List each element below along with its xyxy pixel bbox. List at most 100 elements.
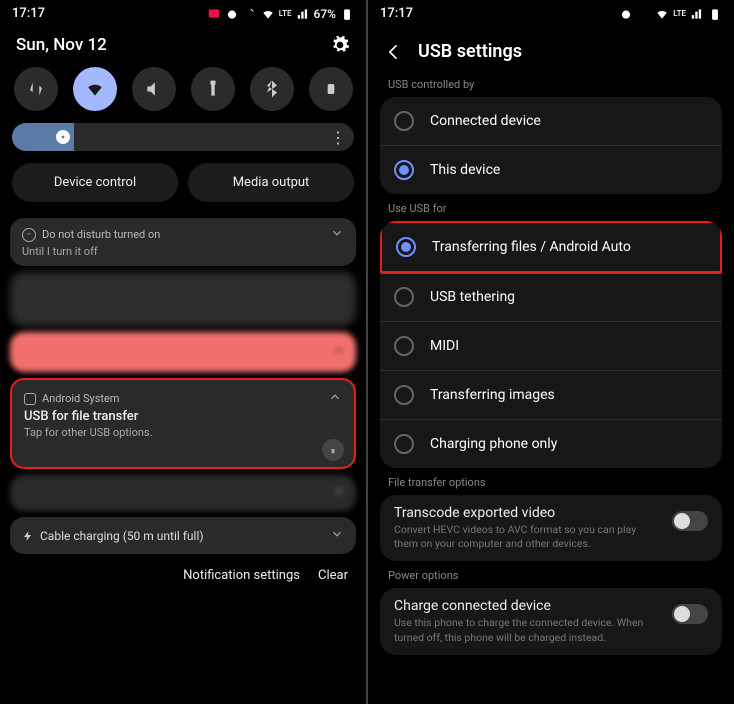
qs-data[interactable] [14, 67, 58, 111]
battery-text: 67% [314, 7, 336, 21]
status-time: 17:17 [380, 6, 413, 21]
switch-off[interactable] [672, 604, 708, 624]
battery-icon [340, 7, 354, 21]
quick-settings-row [0, 67, 366, 123]
gear-icon[interactable] [330, 35, 350, 55]
alarm-icon [619, 7, 633, 21]
qs-rotation[interactable] [309, 67, 353, 111]
radio-icon [394, 111, 414, 131]
dnd-title: Do not disturb turned on [42, 228, 160, 241]
blurred-notification-1[interactable] [10, 272, 356, 326]
wifi-icon [655, 7, 669, 21]
charge-title: Charge connected device [394, 598, 660, 614]
chevron-down-icon[interactable] [332, 483, 346, 502]
media-output-button[interactable]: Media output [188, 163, 354, 202]
radio-label: Connected device [430, 113, 541, 129]
radio-label: Transferring images [430, 387, 555, 403]
brightness-slider[interactable]: ⋮ [12, 123, 354, 151]
status-icons: LTE 67% [207, 7, 354, 21]
signal-icon [690, 7, 704, 21]
bluetooth-icon [262, 79, 282, 99]
toggle-charge-device[interactable]: Charge connected device Use this phone t… [380, 588, 722, 654]
chevron-up-icon[interactable] [328, 390, 342, 407]
brightness-fill [12, 123, 74, 151]
radio-label: MIDI [430, 338, 459, 354]
bottom-actions: Notification settings Clear [0, 560, 366, 591]
radio-this-device[interactable]: This device [380, 146, 722, 194]
brightness-thumb[interactable] [56, 130, 70, 144]
vibrate-icon [637, 7, 651, 21]
status-icons: LTE [619, 7, 722, 21]
back-icon[interactable] [384, 42, 404, 62]
charge-sub: Use this phone to charge the connected d… [394, 616, 660, 644]
qs-sound[interactable] [132, 67, 176, 111]
charging-text: Cable charging (50 m until full) [40, 529, 204, 543]
header: USB settings [368, 27, 734, 70]
wifi-icon [261, 7, 275, 21]
toggle-transcode[interactable]: Transcode exported video Convert HEVC vi… [380, 495, 722, 561]
mute-icon [144, 79, 164, 99]
radio-label: This device [430, 162, 500, 178]
switch-off[interactable] [672, 511, 708, 531]
radio-icon [394, 385, 414, 405]
qs-bluetooth[interactable] [250, 67, 294, 111]
blurred-notification-red[interactable] [10, 332, 356, 372]
sun-icon [59, 133, 67, 141]
vibrate-icon [243, 7, 257, 21]
chevron-down-icon[interactable] [332, 342, 346, 361]
qs-flashlight[interactable] [191, 67, 235, 111]
radio-charging-only[interactable]: Charging phone only [380, 420, 722, 468]
device-control-button[interactable]: Device control [12, 163, 178, 202]
section-use-usb-for: Use USB for [368, 194, 734, 221]
section-file-transfer: File transfer options [368, 468, 734, 495]
signal-label: LTE [279, 9, 292, 18]
radio-transferring-files[interactable]: Transferring files / Android Auto [380, 221, 722, 274]
radio-label: USB tethering [430, 289, 515, 305]
section-power: Power options [368, 561, 734, 588]
chevron-down-icon[interactable] [330, 527, 344, 544]
radio-icon [394, 287, 414, 307]
block-power: Charge connected device Use this phone t… [380, 588, 722, 654]
usb-title: USB for file transfer [24, 409, 342, 424]
clear-button[interactable]: Clear [318, 568, 348, 583]
dnd-card[interactable]: − Do not disturb turned on Until I turn … [10, 218, 356, 266]
signal-icon [296, 7, 310, 21]
status-bar: 17:17 LTE 67% [0, 0, 366, 27]
radio-connected-device[interactable]: Connected device [380, 97, 722, 146]
battery-icon [708, 7, 722, 21]
radio-transferring-images[interactable]: Transferring images [380, 371, 722, 420]
brightness-menu-icon[interactable]: ⋮ [330, 128, 346, 147]
radio-icon [394, 336, 414, 356]
status-bar: 17:17 LTE [368, 0, 734, 27]
signal-label: LTE [673, 9, 686, 18]
radio-label: Charging phone only [430, 436, 557, 452]
bolt-icon [22, 530, 34, 542]
transcode-title: Transcode exported video [394, 505, 660, 521]
date-row: Sun, Nov 12 [0, 27, 366, 67]
usb-settings-panel: 17:17 LTE USB settings USB controlled by… [368, 0, 734, 704]
usb-notification[interactable]: Android System USB for file transfer Tap… [10, 378, 356, 469]
notification-panel: 17:17 LTE 67% Sun, Nov 12 ⋮ [0, 0, 366, 704]
dnd-icon: − [22, 228, 36, 242]
flashlight-icon [203, 79, 223, 99]
qs-wifi[interactable] [73, 67, 117, 111]
data-icon [26, 79, 46, 99]
radio-usb-tethering[interactable]: USB tethering [380, 273, 722, 322]
charging-card[interactable]: Cable charging (50 m until full) [10, 517, 356, 554]
blurred-notification-2[interactable] [10, 475, 356, 511]
block-use-usb-for: Transferring files / Android Auto USB te… [380, 221, 722, 468]
plug-icon[interactable] [322, 439, 344, 461]
transcode-sub: Convert HEVC videos to AVC format so you… [394, 523, 660, 551]
chevron-down-icon[interactable] [330, 226, 344, 243]
radio-midi[interactable]: MIDI [380, 322, 722, 371]
date-text: Sun, Nov 12 [16, 35, 107, 55]
radio-label: Transferring files / Android Auto [432, 239, 631, 255]
alarm-icon [225, 7, 239, 21]
control-row: Device control Media output [0, 163, 366, 212]
notification-settings-link[interactable]: Notification settings [183, 568, 300, 583]
radio-icon [394, 160, 414, 180]
dnd-sub: Until I turn it off [22, 245, 344, 258]
radio-icon [394, 434, 414, 454]
usb-app: Android System [42, 392, 119, 405]
section-usb-controlled: USB controlled by [368, 70, 734, 97]
